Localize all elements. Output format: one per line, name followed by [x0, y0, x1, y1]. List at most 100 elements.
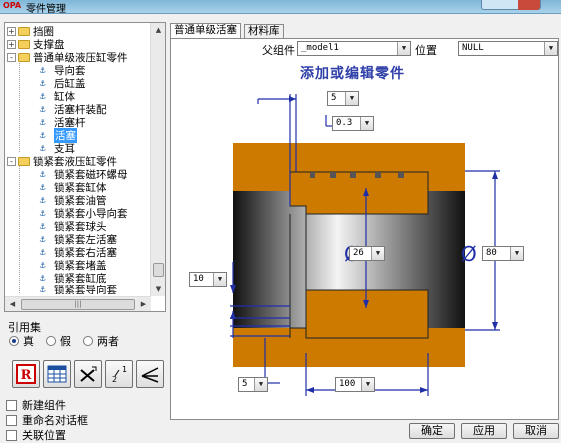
bottom-left-input[interactable]: 5 ▼ — [238, 377, 268, 392]
part-icon: ⚓ — [39, 117, 47, 127]
part-icon: ⚓ — [39, 221, 47, 231]
collapse-icon[interactable]: - — [7, 53, 16, 62]
chevron-down-icon[interactable]: ▼ — [360, 117, 373, 130]
part-icon: ⚓ — [39, 285, 47, 294]
apply-button[interactable]: 应用 — [461, 423, 507, 439]
bottom-left-value: 5 — [242, 379, 248, 389]
table-button[interactable] — [43, 360, 71, 388]
associative-position-checkbox[interactable]: 关联位置 — [6, 427, 66, 443]
radio-false[interactable]: 假 — [46, 333, 71, 349]
svg-text:2: 2 — [112, 375, 117, 384]
groove-depth-value: 0.3 — [336, 118, 353, 128]
svg-text:1: 1 — [122, 365, 127, 374]
top-width-value: 5 — [331, 93, 337, 103]
part-icon: ⚓ — [39, 273, 47, 283]
checkbox-label: 关联位置 — [22, 429, 66, 442]
expand-icon[interactable]: + — [7, 27, 16, 36]
collapse-icon[interactable]: - — [7, 157, 16, 166]
checkbox-label: 新建组件 — [22, 399, 66, 412]
chevron-down-icon[interactable]: ▼ — [254, 378, 267, 391]
app-icon: OPA — [3, 1, 22, 10]
inner-diameter-input[interactable]: 26 ▼ — [349, 246, 385, 261]
part-icon: ⚓ — [39, 104, 47, 114]
scroll-right-icon[interactable]: ▶ — [136, 297, 151, 311]
report-button[interactable]: R — [12, 360, 40, 388]
tree-guide-line — [19, 59, 20, 152]
radio-dot[interactable] — [9, 336, 19, 346]
chevron-down-icon[interactable]: ▼ — [371, 247, 384, 260]
cross-tool-button[interactable] — [74, 360, 102, 388]
expand-icon[interactable]: + — [7, 40, 16, 49]
table-icon — [47, 365, 67, 383]
part-icon: ⚓ — [39, 143, 47, 153]
groove-depth-input[interactable]: 0.3 ▼ — [332, 116, 374, 131]
scroll-thumb[interactable] — [153, 263, 164, 277]
scroll-up-icon[interactable]: ▲ — [151, 23, 165, 37]
tab-single-piston[interactable]: 普通单级活塞 — [170, 23, 241, 38]
chevron-down-icon[interactable]: ▼ — [213, 273, 226, 286]
radio-dot[interactable] — [83, 336, 93, 346]
checkbox-box[interactable] — [6, 429, 17, 441]
tree-guide-line — [19, 163, 20, 293]
numbering-button[interactable]: 12 — [105, 360, 133, 388]
ok-button[interactable]: 确定 — [409, 423, 455, 439]
angle-button[interactable] — [136, 360, 164, 388]
tree-item-20[interactable]: ⚓ 锁紧套导向套 — [39, 285, 117, 294]
chevron-down-icon[interactable]: ▼ — [345, 92, 358, 105]
window-title: 零件管理 — [26, 4, 66, 15]
outer-diameter-input[interactable]: 80 ▼ — [482, 246, 524, 261]
cancel-button[interactable]: 取消 — [513, 423, 559, 439]
diameter-icon: Ø — [461, 242, 477, 266]
part-icon: ⚓ — [39, 247, 47, 257]
left-offset-input[interactable]: 10 ▼ — [189, 272, 227, 287]
tree-item-label: 锁紧套导向套 — [54, 285, 117, 294]
part-icon: ⚓ — [39, 169, 47, 179]
radio-dot[interactable] — [46, 336, 56, 346]
checkbox-box[interactable] — [6, 414, 17, 426]
part-tree[interactable]: + 挡圈 + 支撑盘 - 普通单级液压缸零件 ⚓ 导向套 ⚓ 后缸盖 ⚓ 缸体 ⚓ 活塞杆装配… — [4, 22, 166, 312]
tab-material-library[interactable]: 材料库 — [244, 24, 284, 38]
radio-label: 假 — [60, 335, 71, 348]
left-offset-value: 10 — [193, 274, 204, 284]
new-component-checkbox[interactable]: 新建组件 — [6, 397, 66, 413]
report-icon: R — [16, 364, 36, 384]
report-glyph: R — [21, 368, 32, 383]
radio-label: 两者 — [97, 335, 119, 348]
top-width-input[interactable]: 5 ▼ — [327, 91, 359, 106]
outer-diameter-value: 80 — [486, 248, 497, 258]
piston-lower — [305, 289, 429, 339]
radio-both[interactable]: 两者 — [83, 333, 119, 349]
tree-vertical-scrollbar[interactable]: ▲ ▼ — [150, 23, 165, 296]
tree-item-19[interactable]: ⚓ 锁紧套缸底 — [39, 272, 107, 285]
part-icon: ⚓ — [39, 78, 47, 88]
chevron-down-icon[interactable]: ▼ — [361, 378, 374, 391]
close-icon[interactable] — [518, 0, 540, 10]
tree-item-label: 锁紧套缸底 — [54, 273, 107, 285]
folder-icon — [18, 27, 30, 36]
part-icon: ⚓ — [39, 234, 47, 244]
radio-label: 真 — [23, 335, 34, 348]
inner-diameter-value: 26 — [353, 248, 364, 258]
part-icon: ⚓ — [39, 195, 47, 205]
radio-true[interactable]: 真 — [9, 333, 34, 349]
angle-icon — [141, 367, 159, 383]
checkbox-box[interactable] — [6, 399, 17, 411]
chevron-down-icon[interactable]: ▼ — [510, 247, 523, 260]
piston-upper — [289, 171, 429, 215]
rename-dialog-checkbox[interactable]: 重命名对话框 — [6, 412, 88, 428]
folder-icon — [18, 40, 30, 49]
title-bar: OPA 零件管理 — [0, 0, 561, 15]
scroll-down-icon[interactable]: ▼ — [151, 282, 165, 296]
window-controls[interactable] — [481, 0, 541, 10]
scroll-left-icon[interactable]: ◀ — [5, 297, 20, 311]
reference-set-radios: 真 假 两者 — [9, 333, 119, 349]
part-icon: ⚓ — [39, 208, 47, 218]
part-icon: ⚓ — [39, 260, 47, 270]
tree-horizontal-scrollbar[interactable]: ◀ ||| ▶ — [5, 296, 151, 311]
scroll-thumb[interactable]: ||| — [21, 299, 135, 310]
bottom-length-input[interactable]: 100 ▼ — [335, 377, 375, 392]
bottom-length-value: 100 — [339, 379, 356, 389]
piston-drawing: Ø Ø — [230, 94, 500, 396]
part-icon: ⚓ — [39, 91, 47, 101]
part-icon: ⚓ — [39, 130, 47, 140]
